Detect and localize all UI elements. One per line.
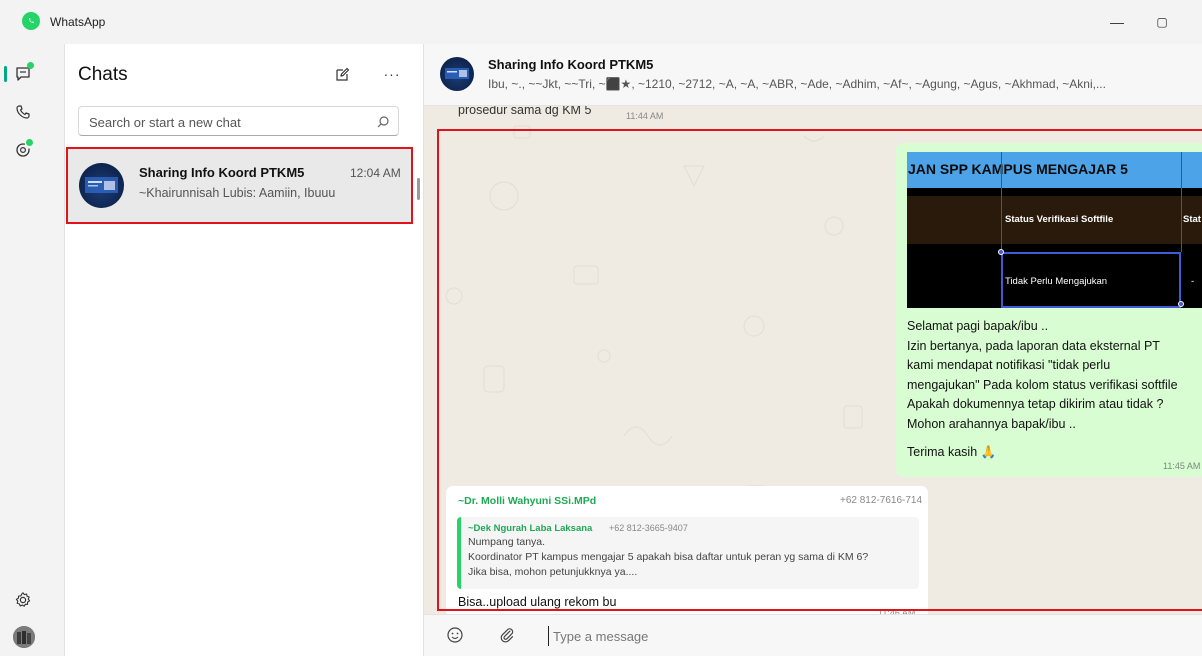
selection-handle [998,249,1004,255]
attach-button[interactable] [498,626,518,646]
nav-rail [0,44,46,656]
sender-name[interactable]: ~Dr. Molli Wahyuni SSi.MPd [458,495,596,507]
outgoing-message-text: Selamat pagi bapak/ibu .. Izin bertanya,… [907,317,1202,434]
incoming-message-text: Bisa..upload ulang rekom bu [458,595,617,609]
message-area[interactable]: prosedur sama dg KM 5 11:44 AM JAN SPP K… [424,106,1202,626]
chat-name: Sharing Info Koord PTKM5 [139,165,305,180]
app-title: WhatsApp [50,15,106,29]
image-cell-value-2: - [1191,276,1195,287]
image-column-row: Status Verifikasi Softfile Stat [907,196,1202,244]
image-value-row: Tidak Perlu Mengajukan - [907,252,1202,308]
active-indicator [4,66,7,82]
image-gridline [1181,152,1182,252]
image-header-text: JAN SPP KAMPUS MENGAJAR 5 [908,161,1128,177]
conversation-panel: Sharing Info Koord PTKM5 Ibu, ~., ~~Jkt,… [424,44,1202,656]
chats-nav-button[interactable] [11,62,35,86]
search-icon [377,116,389,128]
search-input[interactable] [89,113,359,131]
image-gridline [907,244,1202,252]
settings-button[interactable] [11,588,35,612]
chat-list-item[interactable]: Sharing Info Koord PTKM5 12:04 AM ~Khair… [66,147,413,224]
message-input[interactable] [548,626,1168,646]
message-line: kami mendapat notifikasi "tidak perlu [907,358,1111,372]
member-list: Ibu, ~., ~~Jkt, ~~Tri, ~⬛★, ~1210, ~2712… [488,77,1106,91]
unread-dot [27,62,34,69]
new-chat-button[interactable] [331,63,353,85]
selection-handle [1178,301,1184,307]
image-cell-value: Tidak Perlu Mengajukan [1005,276,1108,287]
group-avatar[interactable] [440,57,474,91]
maximize-button[interactable]: ▢ [1150,10,1174,34]
sender-phone: +62 812-7616-714 [840,495,923,506]
calls-nav-button[interactable] [11,100,35,124]
minimize-button[interactable]: — [1105,10,1129,34]
scrollbar-thumb[interactable] [417,178,420,200]
quoted-sender: ~Dek Ngurah Laba Laksana [468,523,593,534]
group-avatar [79,163,124,208]
profile-avatar[interactable] [13,626,35,648]
chat-time: 12:04 AM [350,166,401,180]
message-composer [424,614,1202,656]
attached-image[interactable]: JAN SPP KAMPUS MENGAJAR 5 Status Verifik… [907,152,1202,308]
conversation-header[interactable]: Sharing Info Koord PTKM5 Ibu, ~., ~~Jkt,… [424,44,1202,106]
image-column-label: Status Verifikasi Softfile [1005,214,1114,225]
outgoing-message[interactable]: JAN SPP KAMPUS MENGAJAR 5 Status Verifik… [896,143,1202,477]
image-column-label-2: Stat [1183,214,1201,225]
status-update-dot [26,139,33,146]
emoji-button[interactable] [446,626,466,646]
previous-message-time: 11:44 AM [626,111,664,121]
message-line: Izin bertanya, pada laporan data ekstern… [907,338,1160,353]
message-line: Selamat pagi bapak/ibu .. [907,319,1049,333]
message-line: mengajukan" Pada kolom status verifikasi… [907,377,1178,392]
whatsapp-logo-icon [22,12,40,30]
compose-icon [335,67,349,81]
search-box[interactable] [78,106,399,136]
quoted-line: Koordinator PT kampus mengajar 5 apakah … [468,551,869,563]
phone-icon [16,105,30,119]
conversation-title: Sharing Info Koord PTKM5 [488,57,654,72]
chat-list-panel: Chats ··· Sharing Info Koord PTKM5 12:04… [64,44,424,656]
quoted-phone: +62 812-3665-9407 [609,523,688,533]
outgoing-message-time: 11:45 AM [1163,461,1201,471]
incoming-message[interactable]: ~Dr. Molli Wahyuni SSi.MPd +62 812-7616-… [446,486,928,626]
menu-more-button[interactable]: ··· [381,63,403,85]
message-line: Mohon arahannya bapak/ibu .. [907,416,1076,431]
quoted-line: Jika bisa, mohon petunjukknya ya.... [468,566,638,578]
quoted-line: Numpang tanya. [468,536,546,548]
image-gridline [1001,152,1002,252]
message-line: Apakah dokumennya tetap dikirim atau tid… [907,397,1164,411]
quoted-message[interactable]: ~Dek Ngurah Laba Laksana +62 812-3665-94… [457,517,919,589]
gear-icon [15,592,31,607]
paperclip-icon [500,628,514,643]
title-bar: WhatsApp — ▢ [0,0,1202,44]
previous-message-text: prosedur sama dg KM 5 [458,106,592,117]
status-nav-button[interactable] [11,138,35,162]
outgoing-thanks-text: Terima kasih 🙏 [907,445,997,459]
chat-preview: ~Khairunnisah Lubis: Aamiin, Ibuuu [139,186,336,200]
image-gridline [907,188,1202,196]
image-header-row: JAN SPP KAMPUS MENGAJAR 5 [907,152,1202,188]
chats-heading: Chats [78,64,128,85]
smiley-icon [447,627,463,643]
